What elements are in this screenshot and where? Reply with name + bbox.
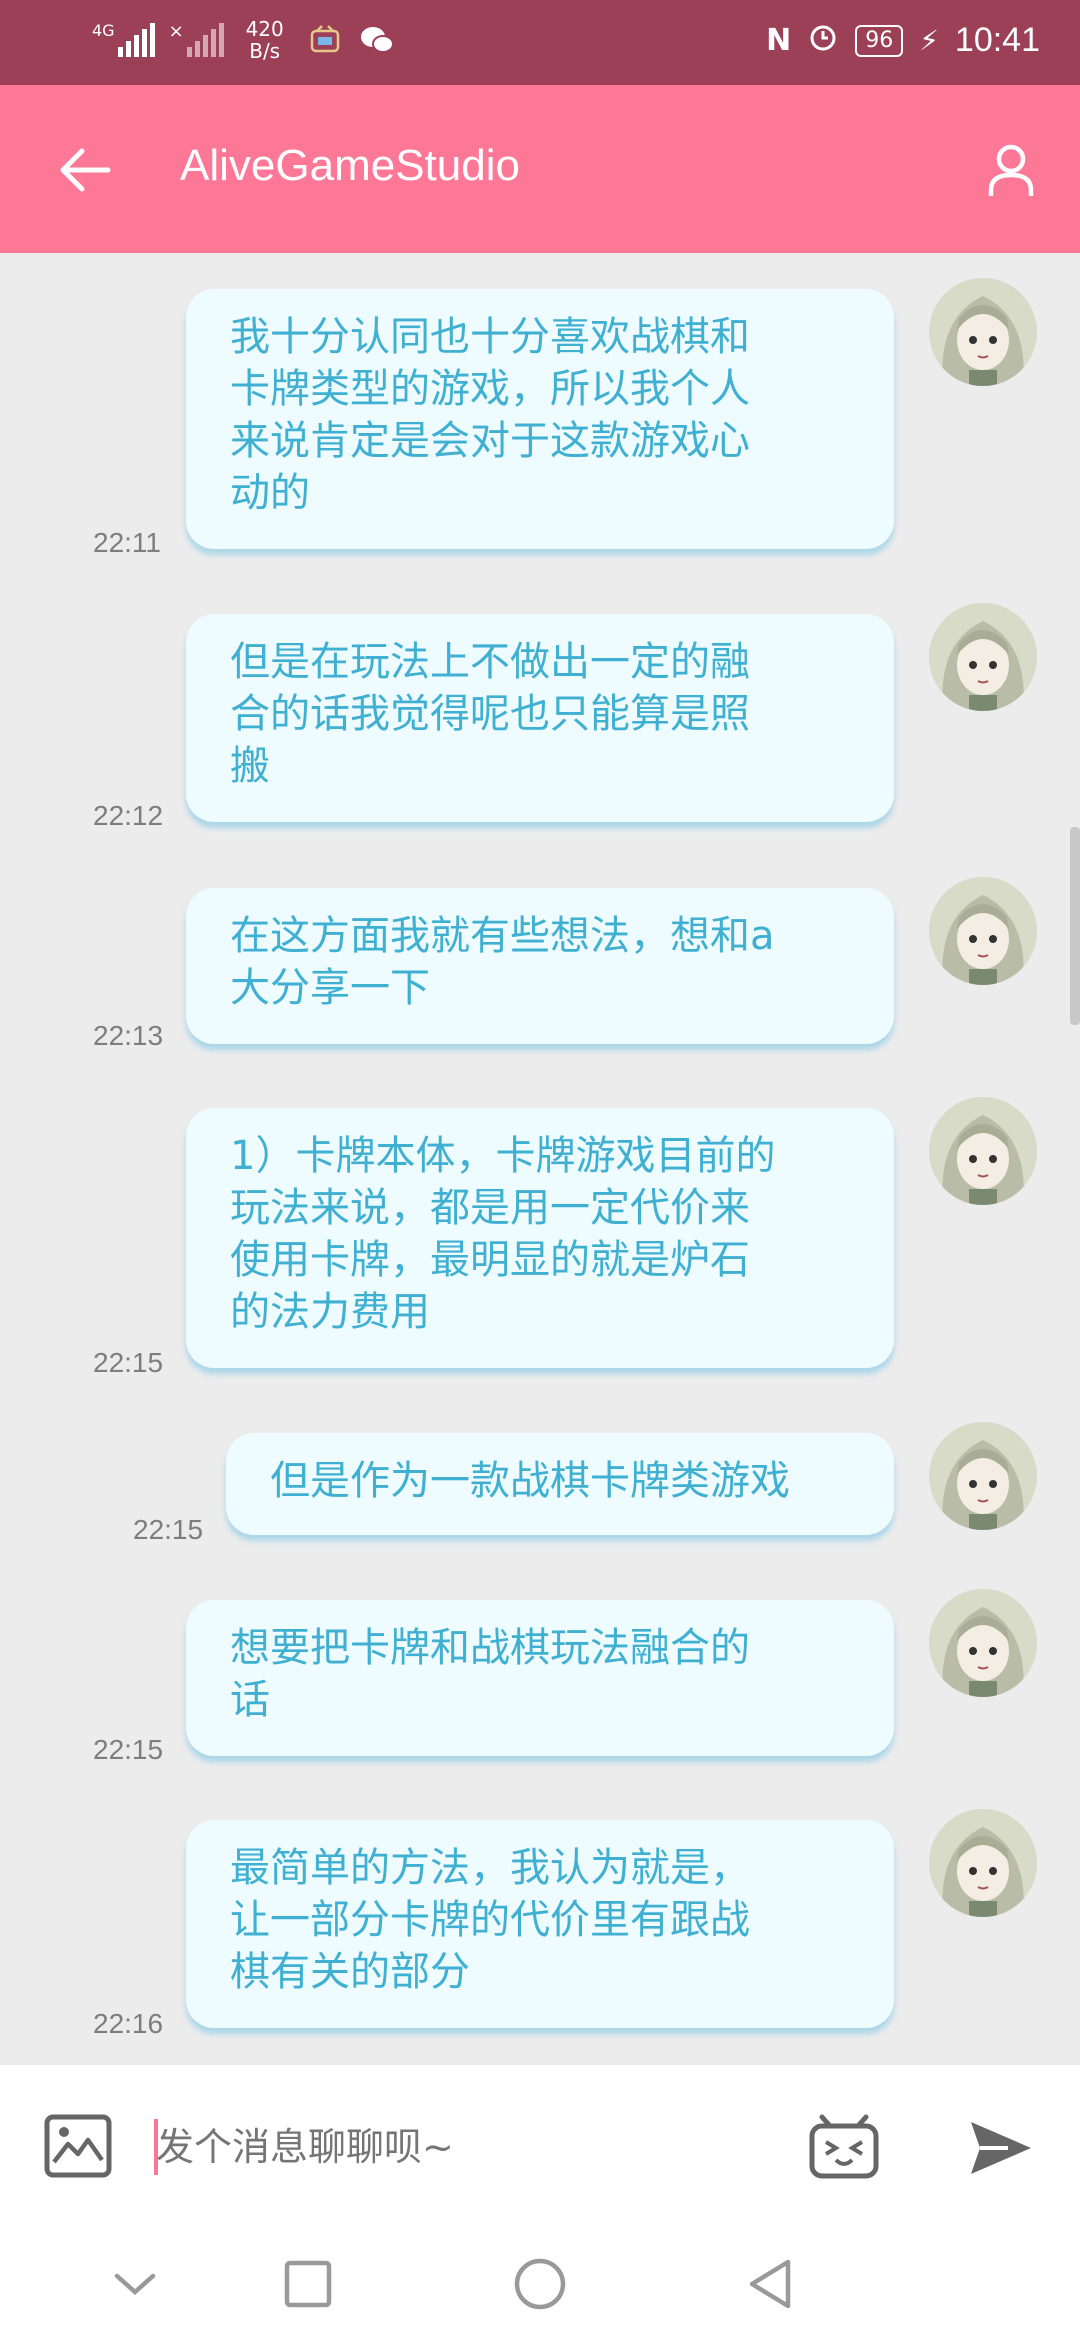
message-bubble[interactable]: 但是作为一款战棋卡牌类游戏 — [226, 1433, 894, 1535]
avatar[interactable] — [929, 603, 1037, 711]
avatar-face-icon — [929, 603, 1037, 711]
avatar[interactable] — [929, 1809, 1037, 1917]
message-time: 22:11 — [93, 527, 161, 558]
message-time: 22:16 — [93, 2008, 164, 2039]
back-nav-button[interactable] — [735, 2249, 805, 2319]
cellular-signal-2-icon: × — [169, 23, 224, 57]
profile-button[interactable] — [976, 135, 1046, 205]
avatar[interactable] — [929, 278, 1037, 386]
message-bubble[interactable]: 想要把卡牌和战棋玩法融合的 话 — [186, 1600, 894, 1756]
app-bar: AliveGameStudio — [0, 85, 1080, 253]
send-button[interactable] — [966, 2113, 1036, 2183]
emoji-button[interactable] — [806, 2109, 882, 2185]
alarm-icon — [807, 20, 839, 61]
network-speed: 420 B/s — [245, 17, 284, 63]
avatar-face-icon — [929, 877, 1037, 985]
message-time: 22:15 — [93, 1734, 164, 1765]
home-button[interactable] — [505, 2249, 575, 2319]
system-nav-bar — [0, 2225, 1080, 2340]
message-bubble[interactable]: 但是在玩法上不做出一定的融 合的话我觉得呢也只能算是照 搬 — [186, 614, 894, 822]
nfc-icon: N — [766, 23, 792, 58]
chat-messages[interactable]: 我十分认同也十分喜欢战棋和 卡牌类型的游戏，所以我个人 来说肯定是会对于这款游戏… — [0, 253, 1080, 2065]
message-time: 22:12 — [93, 800, 164, 831]
avatar[interactable] — [929, 877, 1037, 985]
message-bubble[interactable]: 我十分认同也十分喜欢战棋和 卡牌类型的游戏，所以我个人 来说肯定是会对于这款游戏… — [186, 289, 894, 549]
avatar-face-icon — [929, 1589, 1037, 1697]
image-button[interactable] — [42, 2110, 114, 2182]
notification-app-icon — [306, 21, 344, 59]
wechat-icon — [358, 21, 396, 59]
battery-indicator: 96 — [855, 24, 904, 57]
message-time: 22:15 — [93, 1347, 164, 1378]
avatar[interactable] — [929, 1422, 1037, 1530]
message-bubble[interactable]: 最简单的方法，我认为就是， 让一部分卡牌的代价里有跟战 棋有关的部分 — [186, 1820, 894, 2028]
message-time: 22:15 — [133, 1514, 204, 1545]
avatar-face-icon — [929, 278, 1037, 386]
status-bar: 4G × 420 B/s N 96 ⚡ 10:41 — [0, 0, 1080, 85]
message-input[interactable] — [156, 2112, 756, 2182]
avatar[interactable] — [929, 1097, 1037, 1205]
message-time: 22:13 — [93, 1020, 164, 1051]
bilibili-emoji-icon — [809, 2114, 879, 2179]
back-button[interactable] — [50, 135, 120, 205]
image-icon — [44, 2114, 112, 2178]
square-icon — [284, 2260, 332, 2308]
recents-button[interactable] — [273, 2249, 343, 2319]
page-title: AliveGameStudio — [180, 141, 520, 190]
scrollbar[interactable] — [1070, 827, 1080, 1025]
clock: 10:41 — [954, 21, 1040, 59]
message-input-bar — [0, 2065, 1080, 2225]
avatar[interactable] — [929, 1589, 1037, 1697]
message-bubble[interactable]: 1）卡牌本体，卡牌游戏目前的 玩法来说，都是用一定代价来 使用卡牌，最明显的就是… — [186, 1108, 894, 1368]
circle-icon — [514, 2258, 566, 2310]
avatar-face-icon — [929, 1097, 1037, 1205]
avatar-face-icon — [929, 1809, 1037, 1917]
user-icon — [988, 144, 1034, 196]
chevron-down-icon — [114, 2273, 156, 2296]
send-icon — [971, 2122, 1031, 2174]
hide-keyboard-button[interactable] — [100, 2249, 170, 2319]
arrow-left-icon — [60, 148, 111, 192]
triangle-back-icon — [749, 2259, 791, 2309]
charging-icon: ⚡ — [919, 24, 939, 57]
avatar-face-icon — [929, 1422, 1037, 1530]
message-bubble[interactable]: 在这方面我就有些想法，想和a 大分享一下 — [186, 888, 894, 1044]
cellular-signal-icon: 4G — [92, 23, 155, 57]
